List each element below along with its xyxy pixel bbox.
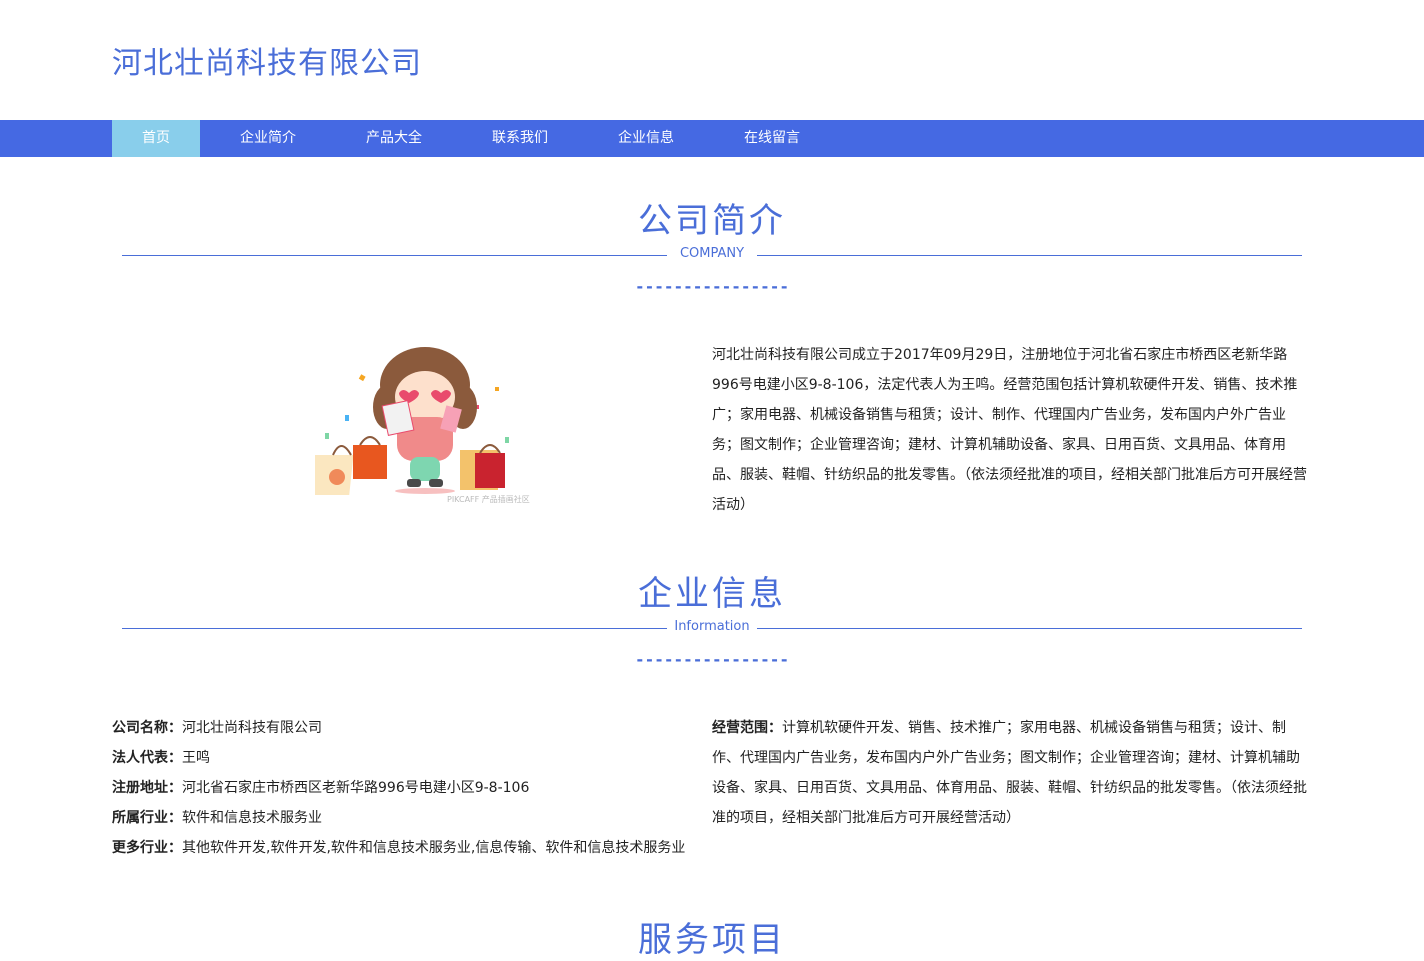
nav-item-company-info[interactable]: 企业信息	[588, 120, 704, 157]
info-row-industry: 所属行业：软件和信息技术服务业	[112, 803, 712, 833]
scope-label: 经营范围：	[712, 720, 782, 736]
info-row-more-industries: 更多行业：其他软件开发,软件开发,软件和信息技术服务业,信息传输、软件和信息技术…	[112, 833, 712, 863]
info-subtitle: Information	[674, 619, 750, 634]
info-value: 其他软件开发,软件开发,软件和信息技术服务业,信息传输、软件和信息技术服务业	[182, 840, 686, 856]
nav-item-contact[interactable]: 联系我们	[452, 120, 588, 157]
info-list: 公司名称：河北壮尚科技有限公司 法人代表：王鸣 注册地址：河北省石家庄市桥西区老…	[112, 713, 712, 863]
scope-value: 计算机软硬件开发、销售、技术推广；家用电器、机械设备销售与租赁；设计、制作、代理…	[712, 720, 1307, 826]
info-heading: 企业信息	[0, 566, 1424, 615]
info-row-address: 注册地址：河北省石家庄市桥西区老新华路996号电建小区9-8-106	[112, 773, 712, 803]
nav-item-home[interactable]: 首页	[112, 120, 200, 157]
info-value: 河北壮尚科技有限公司	[182, 720, 322, 736]
info-dashes: ----------------	[634, 650, 790, 669]
info-label: 所属行业：	[112, 810, 182, 826]
nav-list: 首页 企业简介 产品大全 联系我们 企业信息 在线留言	[112, 120, 840, 157]
image-watermark: PIKCAFF 产品插画社区	[447, 494, 530, 504]
info-label: 更多行业：	[112, 840, 182, 856]
business-scope: 经营范围：计算机软硬件开发、销售、技术推广；家用电器、机械设备销售与租赁；设计、…	[712, 713, 1310, 833]
info-value: 河北省石家庄市桥西区老新华路996号电建小区9-8-106	[182, 780, 530, 796]
services-heading: 服务项目	[0, 912, 1424, 961]
intro-dashes: ----------------	[634, 277, 790, 296]
services-title: 服务项目	[638, 920, 786, 960]
intro-subtitle: COMPANY	[679, 246, 745, 261]
intro-heading: 公司简介	[0, 193, 1424, 242]
nav-item-company-intro[interactable]: 企业简介	[200, 120, 336, 157]
info-label: 法人代表：	[112, 750, 182, 766]
info-row-legal-rep: 法人代表：王鸣	[112, 743, 712, 773]
nav-item-message[interactable]: 在线留言	[704, 120, 840, 157]
main-nav: 首页 企业简介 产品大全 联系我们 企业信息 在线留言	[0, 120, 1424, 157]
site-title: 河北壮尚科技有限公司	[112, 46, 422, 81]
info-label: 注册地址：	[112, 780, 182, 796]
info-value: 王鸣	[182, 750, 210, 766]
info-row-company-name: 公司名称：河北壮尚科技有限公司	[112, 713, 712, 743]
nav-item-products[interactable]: 产品大全	[336, 120, 452, 157]
intro-title: 公司简介	[638, 201, 786, 241]
shopping-girl-illustration: PIKCAFF 产品插画社区	[309, 345, 555, 510]
intro-paragraph: 河北壮尚科技有限公司成立于2017年09月29日，注册地位于河北省石家庄市桥西区…	[712, 347, 1307, 513]
info-label: 公司名称：	[112, 720, 182, 736]
info-value: 软件和信息技术服务业	[182, 810, 322, 826]
info-title: 企业信息	[638, 574, 786, 614]
